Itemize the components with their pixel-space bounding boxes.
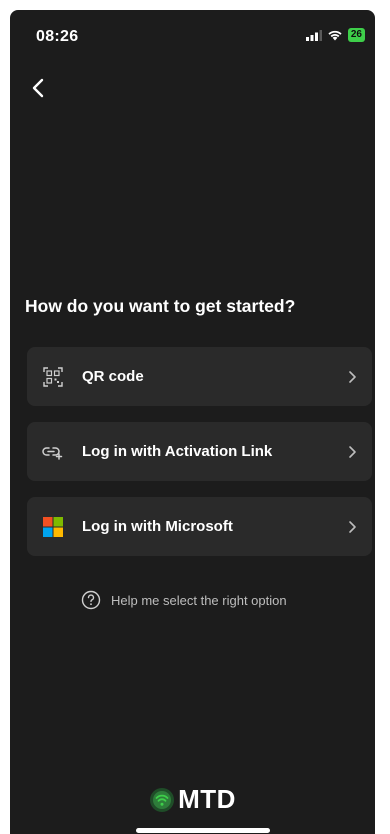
microsoft-login-label: Log in with Microsoft [82,518,233,535]
brand-logo: MTD [10,784,375,815]
mtd-logo-icon [150,787,175,812]
question-circle-icon [81,590,101,610]
cellular-signal-icon [305,29,322,41]
chevron-right-icon [349,445,356,458]
microsoft-login-option[interactable]: Log in with Microsoft [27,497,372,556]
qr-code-icon [40,364,66,390]
sign-in-options: QR code Log in with Activation Link Log … [27,347,372,572]
microsoft-logo-icon [40,514,66,540]
link-icon [40,439,66,465]
wifi-icon [328,30,342,41]
activation-link-option[interactable]: Log in with Activation Link [27,422,372,481]
back-button[interactable] [24,74,52,102]
brand-name: MTD [178,784,236,814]
chevron-right-icon [349,370,356,383]
qr-code-option[interactable]: QR code [27,347,372,406]
chevron-right-icon [349,520,356,533]
chevron-left-icon [32,78,44,98]
home-indicator[interactable] [136,828,270,833]
page-title: How do you want to get started? [25,296,296,316]
status-icons: 26 [305,28,365,42]
help-link[interactable]: Help me select the right option [81,590,287,610]
battery-indicator: 26 [347,28,365,42]
status-bar: 08:26 26 [10,10,375,54]
status-time: 08:26 [36,28,79,45]
activation-link-label: Log in with Activation Link [82,443,273,460]
app-screen: 08:26 26 How do you want to get started? [10,10,375,834]
help-link-label: Help me select the right option [111,592,287,608]
qr-code-label: QR code [82,368,144,385]
